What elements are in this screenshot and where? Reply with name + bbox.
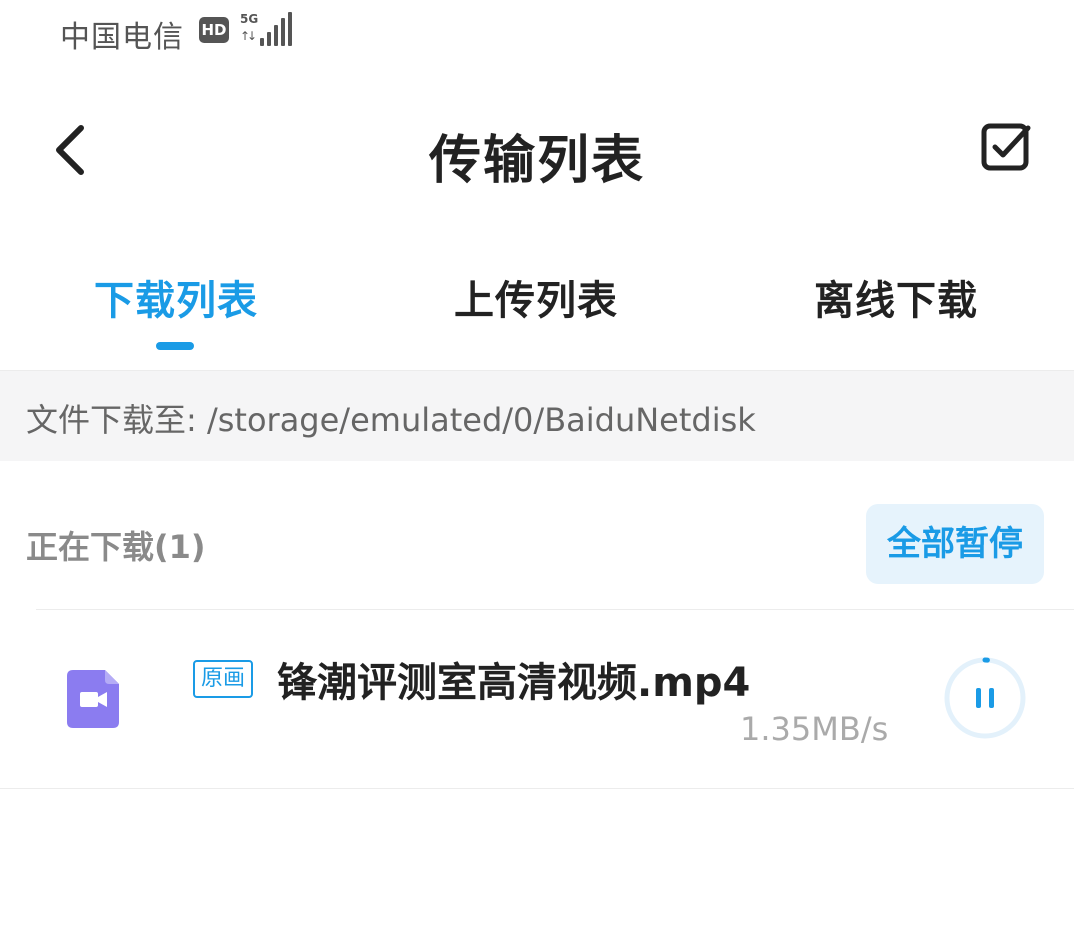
video-file-icon xyxy=(67,670,119,728)
data-arrows-icon: ↑↓ xyxy=(240,29,257,43)
download-speed: 1.35MB/s xyxy=(740,710,889,748)
carrier-name: 中国电信 xyxy=(60,20,184,55)
divider xyxy=(0,788,1074,789)
tab-download-list[interactable]: 下载列表 xyxy=(26,268,326,326)
multi-select-button[interactable] xyxy=(978,120,1034,176)
network-type-label: 5G xyxy=(240,12,259,26)
active-tab-indicator xyxy=(156,342,194,350)
tab-offline-download[interactable]: 离线下载 xyxy=(746,268,1046,326)
tab-upload-list[interactable]: 上传列表 xyxy=(386,268,686,326)
downloading-section-header: 正在下载(1) 全部暂停 xyxy=(0,500,1074,590)
transfer-tabs: 下载列表 上传列表 离线下载 xyxy=(0,250,1074,368)
status-bar: 中国电信 HD 5G ↑↓ xyxy=(0,0,1074,64)
pause-progress-icon xyxy=(944,657,1026,739)
quality-tag: 原画 xyxy=(193,660,254,698)
checkbox-check-icon xyxy=(981,123,1031,171)
download-path-text: 文件下载至: /storage/emulated/0/BaiduNetdisk xyxy=(26,401,756,439)
page-title: 传输列表 xyxy=(428,131,645,191)
section-title: 正在下载(1) xyxy=(26,528,206,566)
signal-icon: 5G ↑↓ xyxy=(240,12,292,46)
hd-badge: HD xyxy=(199,17,229,43)
pause-all-button[interactable]: 全部暂停 xyxy=(866,504,1044,584)
download-path-bar: 文件下载至: /storage/emulated/0/BaiduNetdisk xyxy=(0,370,1074,461)
download-item[interactable]: 原画 锋潮评测室高清视频.mp4 1.35MB/s xyxy=(0,610,1074,788)
pause-button[interactable] xyxy=(942,655,1028,741)
nav-bar: 传输列表 xyxy=(0,90,1074,210)
file-name: 锋潮评测室高清视频.mp4 xyxy=(277,660,751,706)
